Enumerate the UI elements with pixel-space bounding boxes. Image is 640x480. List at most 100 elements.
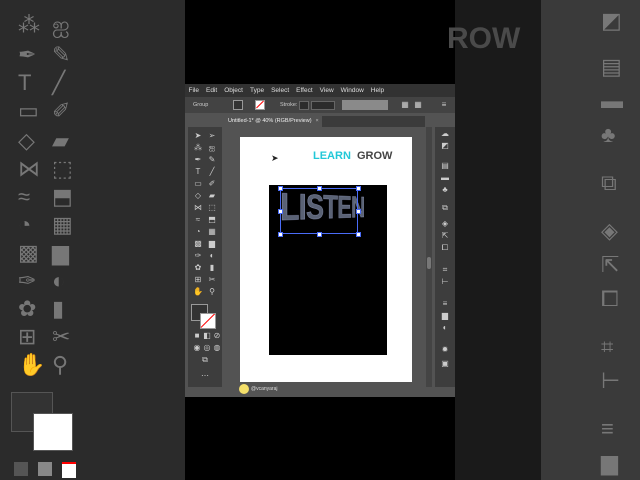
rotate-icon[interactable]: ⋈ bbox=[193, 203, 203, 213]
gradient-panel-icon[interactable]: ▆ bbox=[440, 311, 450, 321]
mesh-icon[interactable]: ▩ bbox=[193, 239, 203, 249]
tools-panel: ➤ ➢ ⁂ ஐ ✒ ✎ T ╱ ▭ ✐ ◇ ▰ ⋈ ⬚ ≈ ⬒ ◔ ▦ ▩ ▆ … bbox=[188, 127, 222, 387]
type-icon[interactable]: T bbox=[193, 167, 203, 177]
perspective-icon[interactable]: ▦ bbox=[207, 227, 217, 237]
symbol-sprayer-icon[interactable]: ✿ bbox=[193, 263, 203, 273]
draw-behind-icon[interactable]: ◎ bbox=[202, 343, 212, 353]
style-dropdown[interactable] bbox=[342, 100, 388, 110]
swatches-icon[interactable]: ▤ bbox=[440, 161, 450, 171]
hand-icon[interactable]: ✋ bbox=[193, 287, 203, 297]
eraser-icon[interactable]: ▰ bbox=[207, 191, 217, 201]
vertical-scrollbar[interactable] bbox=[426, 127, 432, 387]
graph-icon[interactable]: ▮ bbox=[207, 263, 217, 273]
menu-effect[interactable]: Effect bbox=[293, 87, 317, 94]
lasso-icon: ஐ bbox=[52, 12, 70, 37]
handle-top-right[interactable] bbox=[356, 186, 361, 191]
brushes-icon[interactable]: ▬ bbox=[440, 173, 450, 183]
avatar bbox=[239, 384, 249, 394]
blend-icon[interactable]: ◐ bbox=[207, 251, 217, 261]
free-transform-icon[interactable]: ⬒ bbox=[207, 215, 217, 225]
line-icon[interactable]: ╱ bbox=[207, 167, 217, 177]
export-icon[interactable]: ⇱ bbox=[440, 231, 450, 241]
stroke-color[interactable] bbox=[200, 313, 216, 329]
lasso-icon[interactable]: ஐ bbox=[207, 143, 217, 153]
align-panel-icon[interactable]: ⊢ bbox=[440, 277, 450, 287]
stroke-weight-input[interactable] bbox=[311, 101, 335, 110]
transform-icon[interactable]: ▦ bbox=[413, 100, 423, 110]
menu-edit[interactable]: Edit bbox=[202, 87, 220, 94]
width-icon[interactable]: ≈ bbox=[193, 215, 203, 225]
color-guide-icon[interactable]: ✹ bbox=[440, 345, 450, 355]
transform-panel-icon[interactable]: ⌗ bbox=[440, 265, 450, 275]
selection-bounding-box[interactable] bbox=[280, 188, 358, 234]
color-mode-icon bbox=[14, 462, 28, 476]
gradient-icon[interactable]: ▆ bbox=[207, 239, 217, 249]
zoom-icon[interactable]: ⚲ bbox=[207, 287, 217, 297]
draw-inside-icon[interactable]: ◍ bbox=[212, 343, 222, 353]
more-tools-icon[interactable]: ⋯ bbox=[200, 371, 210, 381]
align-icon: ⊢ bbox=[601, 368, 621, 393]
menu-help[interactable]: Help bbox=[367, 87, 387, 94]
align-icon[interactable]: ▦ bbox=[400, 100, 410, 110]
draw-normal-icon[interactable]: ◉ bbox=[192, 343, 202, 353]
symbols-icon[interactable]: ♣ bbox=[440, 185, 450, 195]
shape-builder-icon: ◔ bbox=[18, 212, 32, 237]
paintbrush-icon[interactable]: ✐ bbox=[207, 179, 217, 189]
screen-mode-icon[interactable]: ⧉ bbox=[200, 355, 210, 365]
close-icon[interactable]: × bbox=[316, 118, 319, 124]
selection-icon[interactable]: ➤ bbox=[193, 131, 203, 141]
handle-bottom-right[interactable] bbox=[356, 232, 361, 237]
shaper-icon[interactable]: ◇ bbox=[193, 191, 203, 201]
handle-top-left[interactable] bbox=[278, 186, 283, 191]
menu-type[interactable]: Type bbox=[246, 87, 267, 94]
handle-bottom-center[interactable] bbox=[317, 232, 322, 237]
grow-text[interactable]: GROW bbox=[357, 150, 392, 162]
handle-middle-right[interactable] bbox=[356, 209, 361, 214]
menu-view[interactable]: View bbox=[316, 87, 337, 94]
magic-wand-icon[interactable]: ⁂ bbox=[193, 143, 203, 153]
eyedropper-icon[interactable]: ✑ bbox=[193, 251, 203, 261]
menu-window[interactable]: Window bbox=[337, 87, 367, 94]
curvature-icon[interactable]: ✎ bbox=[207, 155, 217, 165]
left-blurred-panel: ⁂ ஐ ✒ ✎ T ╱ ▭ ✐ ◇ ▰ ⋈ ⬚ ≈ ⬒ ◔ ▦ ▩ ▆ ✑ ◐ … bbox=[0, 0, 185, 480]
color-mode-icon[interactable]: ■ bbox=[192, 331, 202, 341]
learn-text[interactable]: LEARN bbox=[313, 150, 351, 162]
gradient-panel-icon: ▆ bbox=[601, 450, 618, 475]
menu-object[interactable]: Object bbox=[221, 87, 247, 94]
canvas-area[interactable]: ➤ LEARN GROW LISTEN bbox=[225, 127, 423, 397]
document-tab[interactable]: Untitled-1* @ 40% (RGB/Preview) × bbox=[225, 116, 322, 127]
graphic-styles-icon[interactable]: ⧉ bbox=[440, 203, 450, 213]
right-panel-dock: ☁ ◩ ▤ ▬ ♣ ⧉ ◈ ⇱ ⧠ ⌗ ⊢ ≡ ▆ ◐ ✹ ▣ bbox=[435, 127, 455, 387]
stroke-weight-stepper[interactable] bbox=[299, 101, 309, 110]
properties-icon[interactable]: ≡ bbox=[440, 299, 450, 309]
menu-select[interactable]: Select bbox=[268, 87, 293, 94]
stroke-swatch[interactable] bbox=[255, 100, 265, 110]
direct-selection-icon[interactable]: ➢ bbox=[207, 131, 217, 141]
pen-icon[interactable]: ✒ bbox=[193, 155, 203, 165]
artboards-panel-icon[interactable]: ⧠ bbox=[440, 243, 450, 253]
menu-file[interactable]: File bbox=[185, 87, 202, 94]
scale-icon[interactable]: ⬚ bbox=[207, 203, 217, 213]
gradient-mode-icon[interactable]: ◧ bbox=[202, 331, 212, 341]
handle-top-center[interactable] bbox=[317, 186, 322, 191]
scroll-thumb[interactable] bbox=[427, 257, 431, 269]
appearance-icon[interactable]: ◐ bbox=[440, 323, 450, 333]
none-mode-icon[interactable]: ⊘ bbox=[212, 331, 222, 341]
color-panel-icon[interactable]: ▣ bbox=[440, 359, 450, 369]
artboard-icon[interactable]: ⊞ bbox=[193, 275, 203, 285]
stroke-label: Stroke: bbox=[280, 102, 298, 108]
symbols-icon: ♣ bbox=[601, 122, 616, 147]
graphic-styles-icon: ⧉ bbox=[601, 170, 617, 195]
fill-swatch[interactable] bbox=[233, 100, 243, 110]
menu-icon[interactable]: ≡ bbox=[439, 100, 449, 110]
rectangle-icon[interactable]: ▭ bbox=[193, 179, 203, 189]
handle-bottom-left[interactable] bbox=[278, 232, 283, 237]
artboard[interactable]: ➤ LEARN GROW LISTEN bbox=[240, 137, 412, 382]
handle-middle-left[interactable] bbox=[278, 209, 283, 214]
transparency-icon[interactable]: ◩ bbox=[440, 141, 450, 151]
layers-icon[interactable]: ◈ bbox=[440, 219, 450, 229]
slice-icon[interactable]: ✂ bbox=[207, 275, 217, 285]
shape-builder-icon[interactable]: ◔ bbox=[193, 227, 203, 237]
hand-icon: ✋ bbox=[18, 352, 46, 377]
libraries-icon[interactable]: ☁ bbox=[440, 129, 450, 139]
